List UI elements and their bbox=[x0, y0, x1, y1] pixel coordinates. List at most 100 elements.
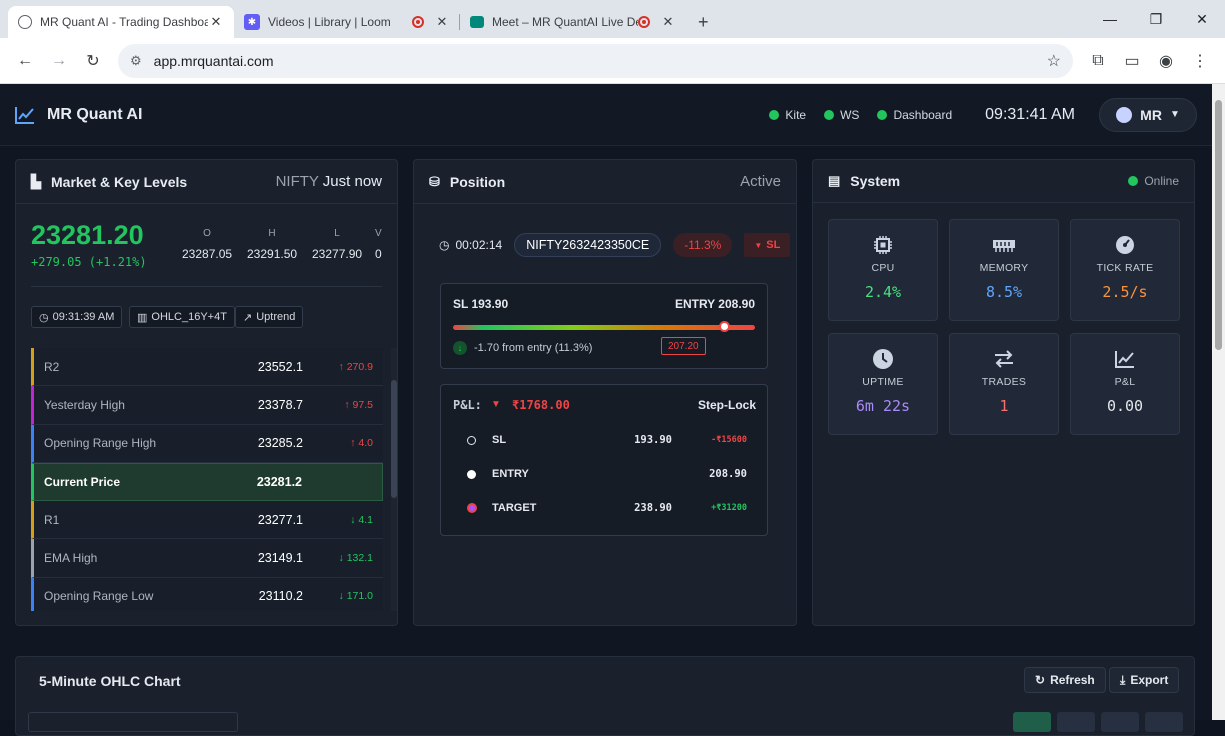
level-row: EMA High 23149.1 ↓ 132.1 bbox=[31, 539, 383, 578]
level-delta: ↑ 270.9 bbox=[338, 360, 373, 373]
ohlc-volume: V0 bbox=[375, 228, 382, 261]
app-header: MR Quant AI Kite WS Dashboard 09:31:41 A… bbox=[0, 84, 1212, 146]
caret-down-icon: ▼ bbox=[491, 399, 501, 410]
card-label: TRADES bbox=[981, 376, 1027, 388]
card-label: TICK RATE bbox=[1096, 262, 1154, 274]
key-levels-list[interactable]: R2 23552.1 ↑ 270.9 Yesterday High 23378.7 ↑ 9… bbox=[31, 348, 383, 611]
level-value: 23149.1 bbox=[257, 551, 303, 566]
current-price: 23281.20 bbox=[31, 220, 144, 250]
tab-meet[interactable]: Meet – MR QuantAI Live De ✕ bbox=[460, 6, 686, 38]
pnl-box: P&L: ▼ ₹1768.00 Step-Lock SL 193.90 -₹1560… bbox=[440, 384, 768, 536]
level-value: 23277.1 bbox=[257, 512, 303, 527]
timeframe-button[interactable] bbox=[1101, 712, 1139, 732]
system-panel-header: ▤ System Online bbox=[813, 160, 1194, 203]
minimize-icon[interactable]: — bbox=[1087, 0, 1133, 38]
pnl-value: ₹1768.00 bbox=[512, 398, 570, 412]
chip-label: Uptrend bbox=[256, 311, 296, 323]
cast-icon[interactable]: ▭ bbox=[1115, 44, 1149, 78]
arrow-down-circle-icon: ↓ bbox=[453, 341, 467, 355]
tab-loom[interactable]: ✱ Videos | Library | Loom ✕ bbox=[234, 6, 460, 38]
panel-title: System bbox=[850, 173, 901, 189]
status-ws: WS bbox=[824, 108, 859, 122]
level-name: EMA High bbox=[44, 551, 98, 566]
menu-icon[interactable]: ⋮ bbox=[1183, 44, 1217, 78]
tab-trading-dashboard[interactable]: MR Quant AI - Trading Dashboard ✕ bbox=[8, 6, 234, 38]
site-info-icon[interactable]: ⚙ bbox=[130, 53, 142, 69]
close-window-icon[interactable]: ✕ bbox=[1179, 0, 1225, 38]
loom-icon: ✱ bbox=[244, 14, 260, 30]
ohlc-label: L bbox=[334, 228, 340, 239]
level-name: Opening Range High bbox=[44, 436, 157, 451]
url-text: app.mrquantai.com bbox=[153, 52, 274, 69]
download-icon: ⤓ bbox=[1120, 672, 1126, 687]
app-title: MR Quant AI bbox=[47, 105, 143, 123]
levels-scrollbar[interactable] bbox=[391, 348, 397, 611]
level-amount: +₹31200 bbox=[711, 503, 747, 513]
ohlc-value: 23287.05 bbox=[182, 247, 233, 261]
timeframe-button-active[interactable] bbox=[1013, 712, 1051, 732]
card-label: CPU bbox=[871, 262, 895, 274]
connection-status: Kite WS Dashboard bbox=[769, 108, 952, 122]
ohlc-value: 0 bbox=[375, 247, 382, 261]
timeframe-button[interactable] bbox=[1057, 712, 1095, 732]
reload-icon[interactable]: ↻ bbox=[76, 44, 110, 78]
level-name: SL bbox=[492, 434, 507, 446]
user-menu-button[interactable]: MR ▼ bbox=[1099, 97, 1197, 132]
address-bar[interactable]: ⚙ app.mrquantai.com ☆ bbox=[118, 43, 1073, 78]
pnl-label: P&L: bbox=[453, 398, 482, 412]
recording-icon bbox=[412, 16, 424, 28]
caret-down-icon: ▼ bbox=[754, 240, 763, 250]
chart-title: 5-Minute OHLC Chart bbox=[39, 673, 181, 689]
close-tab-icon[interactable]: ✕ bbox=[434, 14, 450, 30]
panel-title: Position bbox=[449, 173, 506, 190]
restore-icon[interactable]: ❐ bbox=[1133, 0, 1179, 38]
card-value: 8.5% bbox=[985, 283, 1023, 301]
close-tab-icon[interactable]: ✕ bbox=[208, 14, 224, 30]
chevron-down-icon: ▼ bbox=[1169, 109, 1180, 120]
pnl-percent-badge: -11.3% bbox=[673, 233, 733, 257]
trail-mode: Step-Lock bbox=[697, 398, 756, 412]
header-clock: 09:31:41 AM bbox=[985, 105, 1075, 123]
level-name: Yesterday High bbox=[44, 397, 125, 412]
browser-tab-strip: MR Quant AI - Trading Dashboard ✕ ✱ Vide… bbox=[0, 0, 1225, 38]
time-chip: ◷ 09:31:39 AM bbox=[31, 306, 123, 328]
sl-label: SL 193.90 bbox=[453, 297, 509, 311]
card-label: P&L bbox=[1114, 376, 1136, 388]
profile-icon[interactable]: ◉ bbox=[1149, 44, 1183, 78]
server-icon: ▤ bbox=[828, 173, 841, 188]
updated-label: Just now bbox=[322, 173, 382, 190]
chart-icon bbox=[1115, 348, 1135, 370]
forward-icon[interactable]: → bbox=[42, 44, 76, 78]
card-value: 2.5/s bbox=[1102, 283, 1148, 301]
sl-badge: ▼ SL bbox=[744, 233, 791, 257]
tab-title: MR Quant AI - Trading Dashboard bbox=[40, 15, 208, 29]
back-icon[interactable]: ← bbox=[8, 44, 42, 78]
tab-title: Videos | Library | Loom bbox=[268, 15, 391, 29]
level-name: Current Price bbox=[44, 475, 121, 490]
market-panel: ▙ Market & Key Levels NIFTY Just now 232… bbox=[15, 159, 398, 626]
level-value: 23285.2 bbox=[257, 436, 303, 451]
close-tab-icon[interactable]: ✕ bbox=[660, 14, 676, 30]
level-value: 23378.7 bbox=[257, 397, 303, 412]
divider bbox=[31, 286, 382, 287]
level-delta: ↓ 132.1 bbox=[338, 552, 373, 565]
market-symbol-status: NIFTY Just now bbox=[276, 173, 382, 190]
trend-icon: ↗ bbox=[243, 311, 253, 324]
bookmark-star-icon[interactable]: ☆ bbox=[1047, 51, 1061, 71]
page-scrollbar[interactable] bbox=[1212, 84, 1225, 720]
chart-toolbar bbox=[28, 712, 238, 732]
new-tab-button[interactable]: + bbox=[686, 6, 721, 38]
sl-badge-label: SL bbox=[766, 239, 781, 251]
system-card-p-l: P&L 0.00 bbox=[1070, 333, 1180, 435]
refresh-button[interactable]: ↻ Refresh bbox=[1024, 667, 1106, 693]
cpu-icon bbox=[873, 234, 893, 256]
system-card-uptime: UPTIME 6m 22s bbox=[828, 333, 938, 435]
current-price-row: Current Price 23281.2 bbox=[31, 462, 383, 502]
export-button[interactable]: ⤓ Export bbox=[1109, 667, 1180, 693]
position-level-row: ENTRY 208.90 bbox=[467, 465, 747, 483]
card-label: UPTIME bbox=[862, 376, 904, 388]
timeframe-button[interactable] bbox=[1145, 712, 1183, 732]
position-duration: 00:02:14 bbox=[455, 238, 503, 252]
trend-logo-icon bbox=[15, 106, 34, 124]
extensions-icon[interactable]: ⧉ bbox=[1081, 44, 1115, 78]
